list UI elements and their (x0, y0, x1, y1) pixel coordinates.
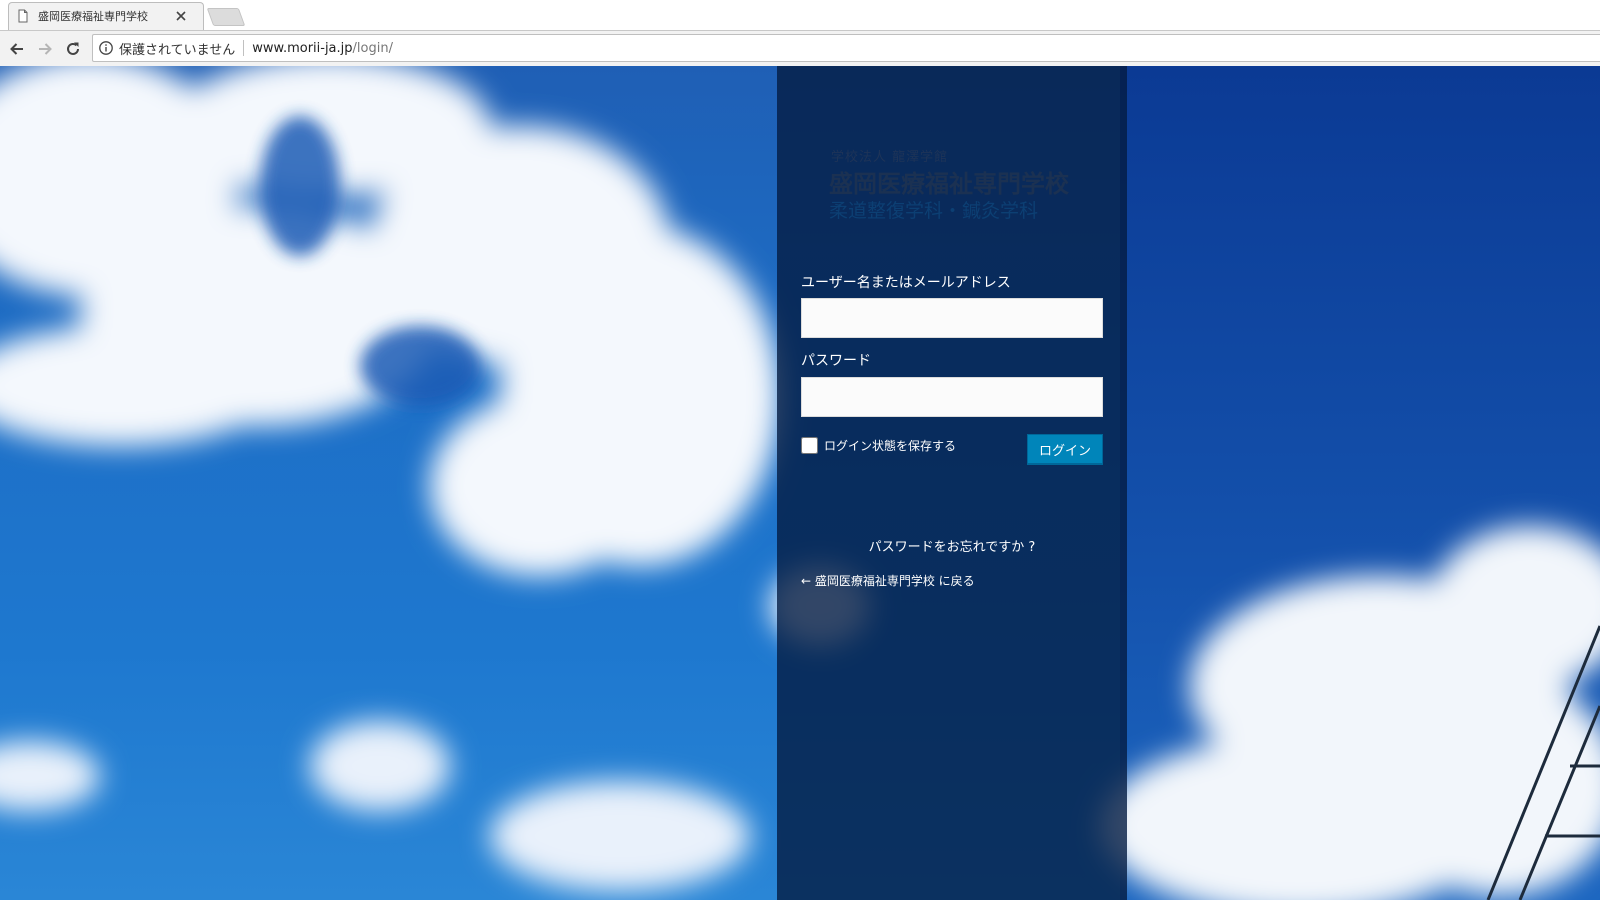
page-icon (18, 9, 28, 23)
reload-icon (67, 42, 79, 55)
browser-tab-content[interactable]: 盛岡医療福祉専門学校 (16, 4, 202, 28)
remember-me-checkbox[interactable] (801, 437, 818, 454)
new-tab-button[interactable] (206, 8, 246, 26)
tab-strip: 盛岡医療福祉専門学校 (0, 0, 1600, 30)
lost-password-link[interactable]: パスワードをお忘れですか ? (777, 536, 1127, 555)
remember-me-label[interactable]: ログイン状態を保存する (824, 437, 956, 454)
logo-departments: 柔道整復学科・鍼灸学科 (829, 200, 1039, 222)
logo-school-name: 盛岡医療福祉専門学校 (829, 170, 1069, 198)
username-input[interactable] (801, 298, 1103, 338)
arrow-left-icon (10, 43, 23, 55)
security-status[interactable]: 保護されていません (119, 39, 235, 58)
school-logo: 学校法人 龍澤学館 盛岡医療福祉専門学校 柔道整復学科・鍼灸学科 (829, 146, 1081, 226)
browser-toolbar: 保護されていません www.morii-ja.jp/login/ (0, 30, 1600, 66)
login-button[interactable]: ログイン (1027, 434, 1103, 464)
login-panel: 学校法人 龍澤学館 盛岡医療福祉専門学校 柔道整復学科・鍼灸学科 ユーザー名また… (777, 66, 1127, 900)
close-icon[interactable] (174, 9, 188, 23)
url-host: www.morii-ja.jp (252, 40, 353, 56)
password-input[interactable] (801, 377, 1103, 417)
remember-me[interactable]: ログイン状態を保存する (801, 437, 956, 454)
back-to-site-link[interactable]: ← 盛岡医療福祉専門学校 に戻る (801, 572, 975, 589)
url-path: /login/ (352, 40, 393, 56)
logo-organization: 学校法人 龍澤学館 (831, 150, 949, 165)
browser-chrome: 盛岡医療福祉専門学校 保護されていません www.morii-ja.jp /lo… (0, 0, 1600, 66)
arrow-right-icon (39, 43, 52, 55)
tab-title: 盛岡医療福祉専門学校 (38, 10, 148, 23)
password-label: パスワード (801, 353, 871, 369)
omnibox-divider (243, 40, 245, 56)
login-page: 学校法人 龍澤学館 盛岡医療福祉専門学校 柔道整復学科・鍼灸学科 ユーザー名また… (0, 66, 1600, 900)
info-icon[interactable] (98, 40, 114, 56)
address-bar[interactable]: 保護されていません www.morii-ja.jp/login/ (92, 34, 1600, 62)
back-button[interactable] (6, 38, 28, 60)
username-label: ユーザー名またはメールアドレス (801, 275, 1011, 291)
reload-button[interactable] (62, 38, 84, 60)
forward-button[interactable] (34, 38, 56, 60)
